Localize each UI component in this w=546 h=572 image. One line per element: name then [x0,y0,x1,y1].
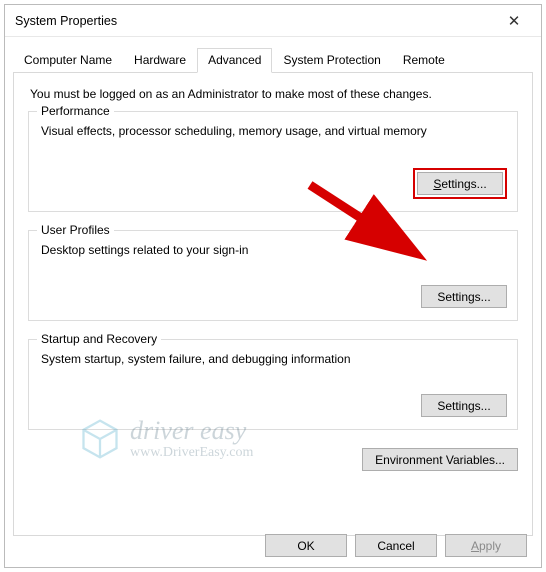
tab-remote[interactable]: Remote [392,48,456,73]
group-startup-recovery: Startup and Recovery System startup, sys… [28,339,518,430]
system-properties-window: System Properties ✕ Computer Name Hardwa… [4,4,542,568]
group-startup-desc: System startup, system failure, and debu… [41,352,507,366]
startup-settings-button[interactable]: Settings... [421,394,507,417]
performance-settings-button[interactable]: Settings... [417,172,503,195]
dialog-button-row: OK Cancel Apply [265,534,527,557]
cancel-button[interactable]: Cancel [355,534,437,557]
close-button[interactable]: ✕ [493,8,535,34]
tab-panel-advanced: You must be logged on as an Administrato… [13,72,533,536]
ok-button[interactable]: OK [265,534,347,557]
group-user-profiles: User Profiles Desktop settings related t… [28,230,518,321]
admin-intro-text: You must be logged on as an Administrato… [30,87,518,101]
environment-variables-button[interactable]: Environment Variables... [362,448,518,471]
group-performance-legend: Performance [37,104,114,118]
group-performance-desc: Visual effects, processor scheduling, me… [41,124,507,138]
tab-system-protection[interactable]: System Protection [272,48,391,73]
group-startup-legend: Startup and Recovery [37,332,161,346]
tab-strip: Computer Name Hardware Advanced System P… [13,47,533,72]
titlebar: System Properties ✕ [5,5,541,37]
apply-button[interactable]: Apply [445,534,527,557]
tab-advanced[interactable]: Advanced [197,48,272,73]
apply-underline: A [471,539,479,553]
tab-hardware[interactable]: Hardware [123,48,197,73]
window-title: System Properties [15,14,117,28]
close-icon: ✕ [508,12,521,30]
user-profiles-settings-button[interactable]: Settings... [421,285,507,308]
group-performance: Performance Visual effects, processor sc… [28,111,518,212]
perf-btn-rest: ettings... [441,177,486,191]
apply-rest: pply [479,539,501,553]
group-user-profiles-legend: User Profiles [37,223,114,237]
group-user-profiles-desc: Desktop settings related to your sign-in [41,243,507,257]
tab-computer-name[interactable]: Computer Name [13,48,123,73]
annotation-highlight: Settings... [413,168,507,199]
